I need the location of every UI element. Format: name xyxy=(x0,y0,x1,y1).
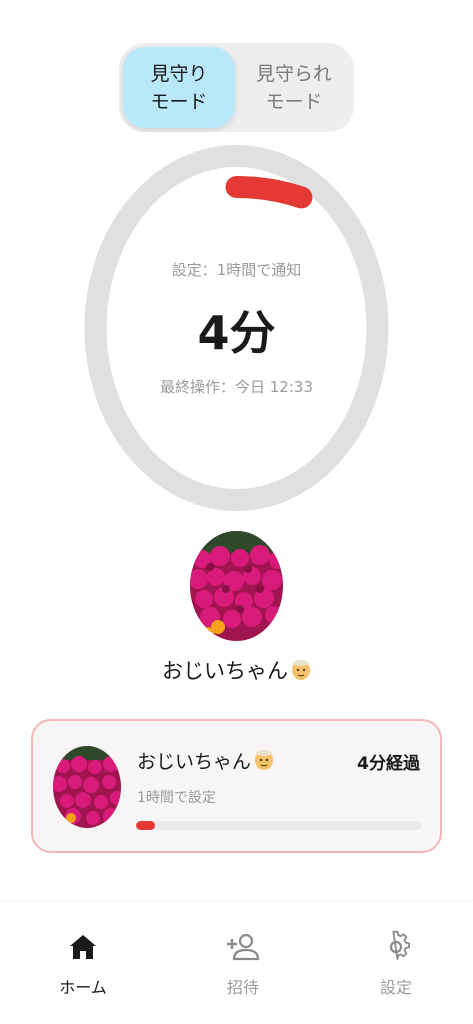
card-notify-setting: 1時間で設定 xyxy=(137,790,216,806)
card-progress-bar xyxy=(136,821,422,830)
nav-home[interactable]: ホーム xyxy=(23,902,143,1012)
card-person-name: おじいちゃん xyxy=(137,751,252,773)
mode-toggle: 見守り モード 見守られ モード xyxy=(119,43,354,132)
nav-settings-label: 設定 xyxy=(379,978,412,997)
last-action-text: 最終操作：今日 12:33 xyxy=(160,378,313,396)
watch-mode-button[interactable]: 見守り モード xyxy=(123,47,235,128)
card-progress-fill xyxy=(136,821,156,830)
watched-person-name-row: おじいちゃん xyxy=(0,655,473,685)
elapsed-timer-ring: 設定：1時間で通知 4分 最終操作：今日 12:33 xyxy=(84,143,389,513)
elapsed-time: 4分 xyxy=(197,306,276,360)
older-man-face-icon xyxy=(291,659,311,681)
card-avatar xyxy=(53,746,121,828)
bottom-navigation: ホーム 招待 設定 xyxy=(0,902,473,1024)
watched-person-name: おじいちゃん xyxy=(162,659,288,683)
watched-person-avatar[interactable] xyxy=(190,531,283,641)
watched-person-card[interactable]: おじいちゃん 4分経過 1時間で設定 xyxy=(31,719,442,853)
nav-home-label: ホーム xyxy=(59,978,107,997)
gear-icon xyxy=(389,930,410,960)
nav-settings[interactable]: 設定 xyxy=(336,902,456,1012)
nav-invite-label: 招待 xyxy=(226,978,259,997)
nav-invite[interactable]: 招待 xyxy=(183,902,303,1012)
card-person-name-row: おじいちゃん xyxy=(137,747,274,774)
home-icon xyxy=(70,935,96,959)
notify-setting-text: 設定：1時間で通知 xyxy=(171,261,302,279)
card-elapsed-time: 4分経過 xyxy=(357,754,420,774)
add-person-icon xyxy=(227,933,260,961)
older-man-face-icon xyxy=(254,749,274,771)
watched-mode-button[interactable]: 見守られ モード xyxy=(238,47,350,128)
